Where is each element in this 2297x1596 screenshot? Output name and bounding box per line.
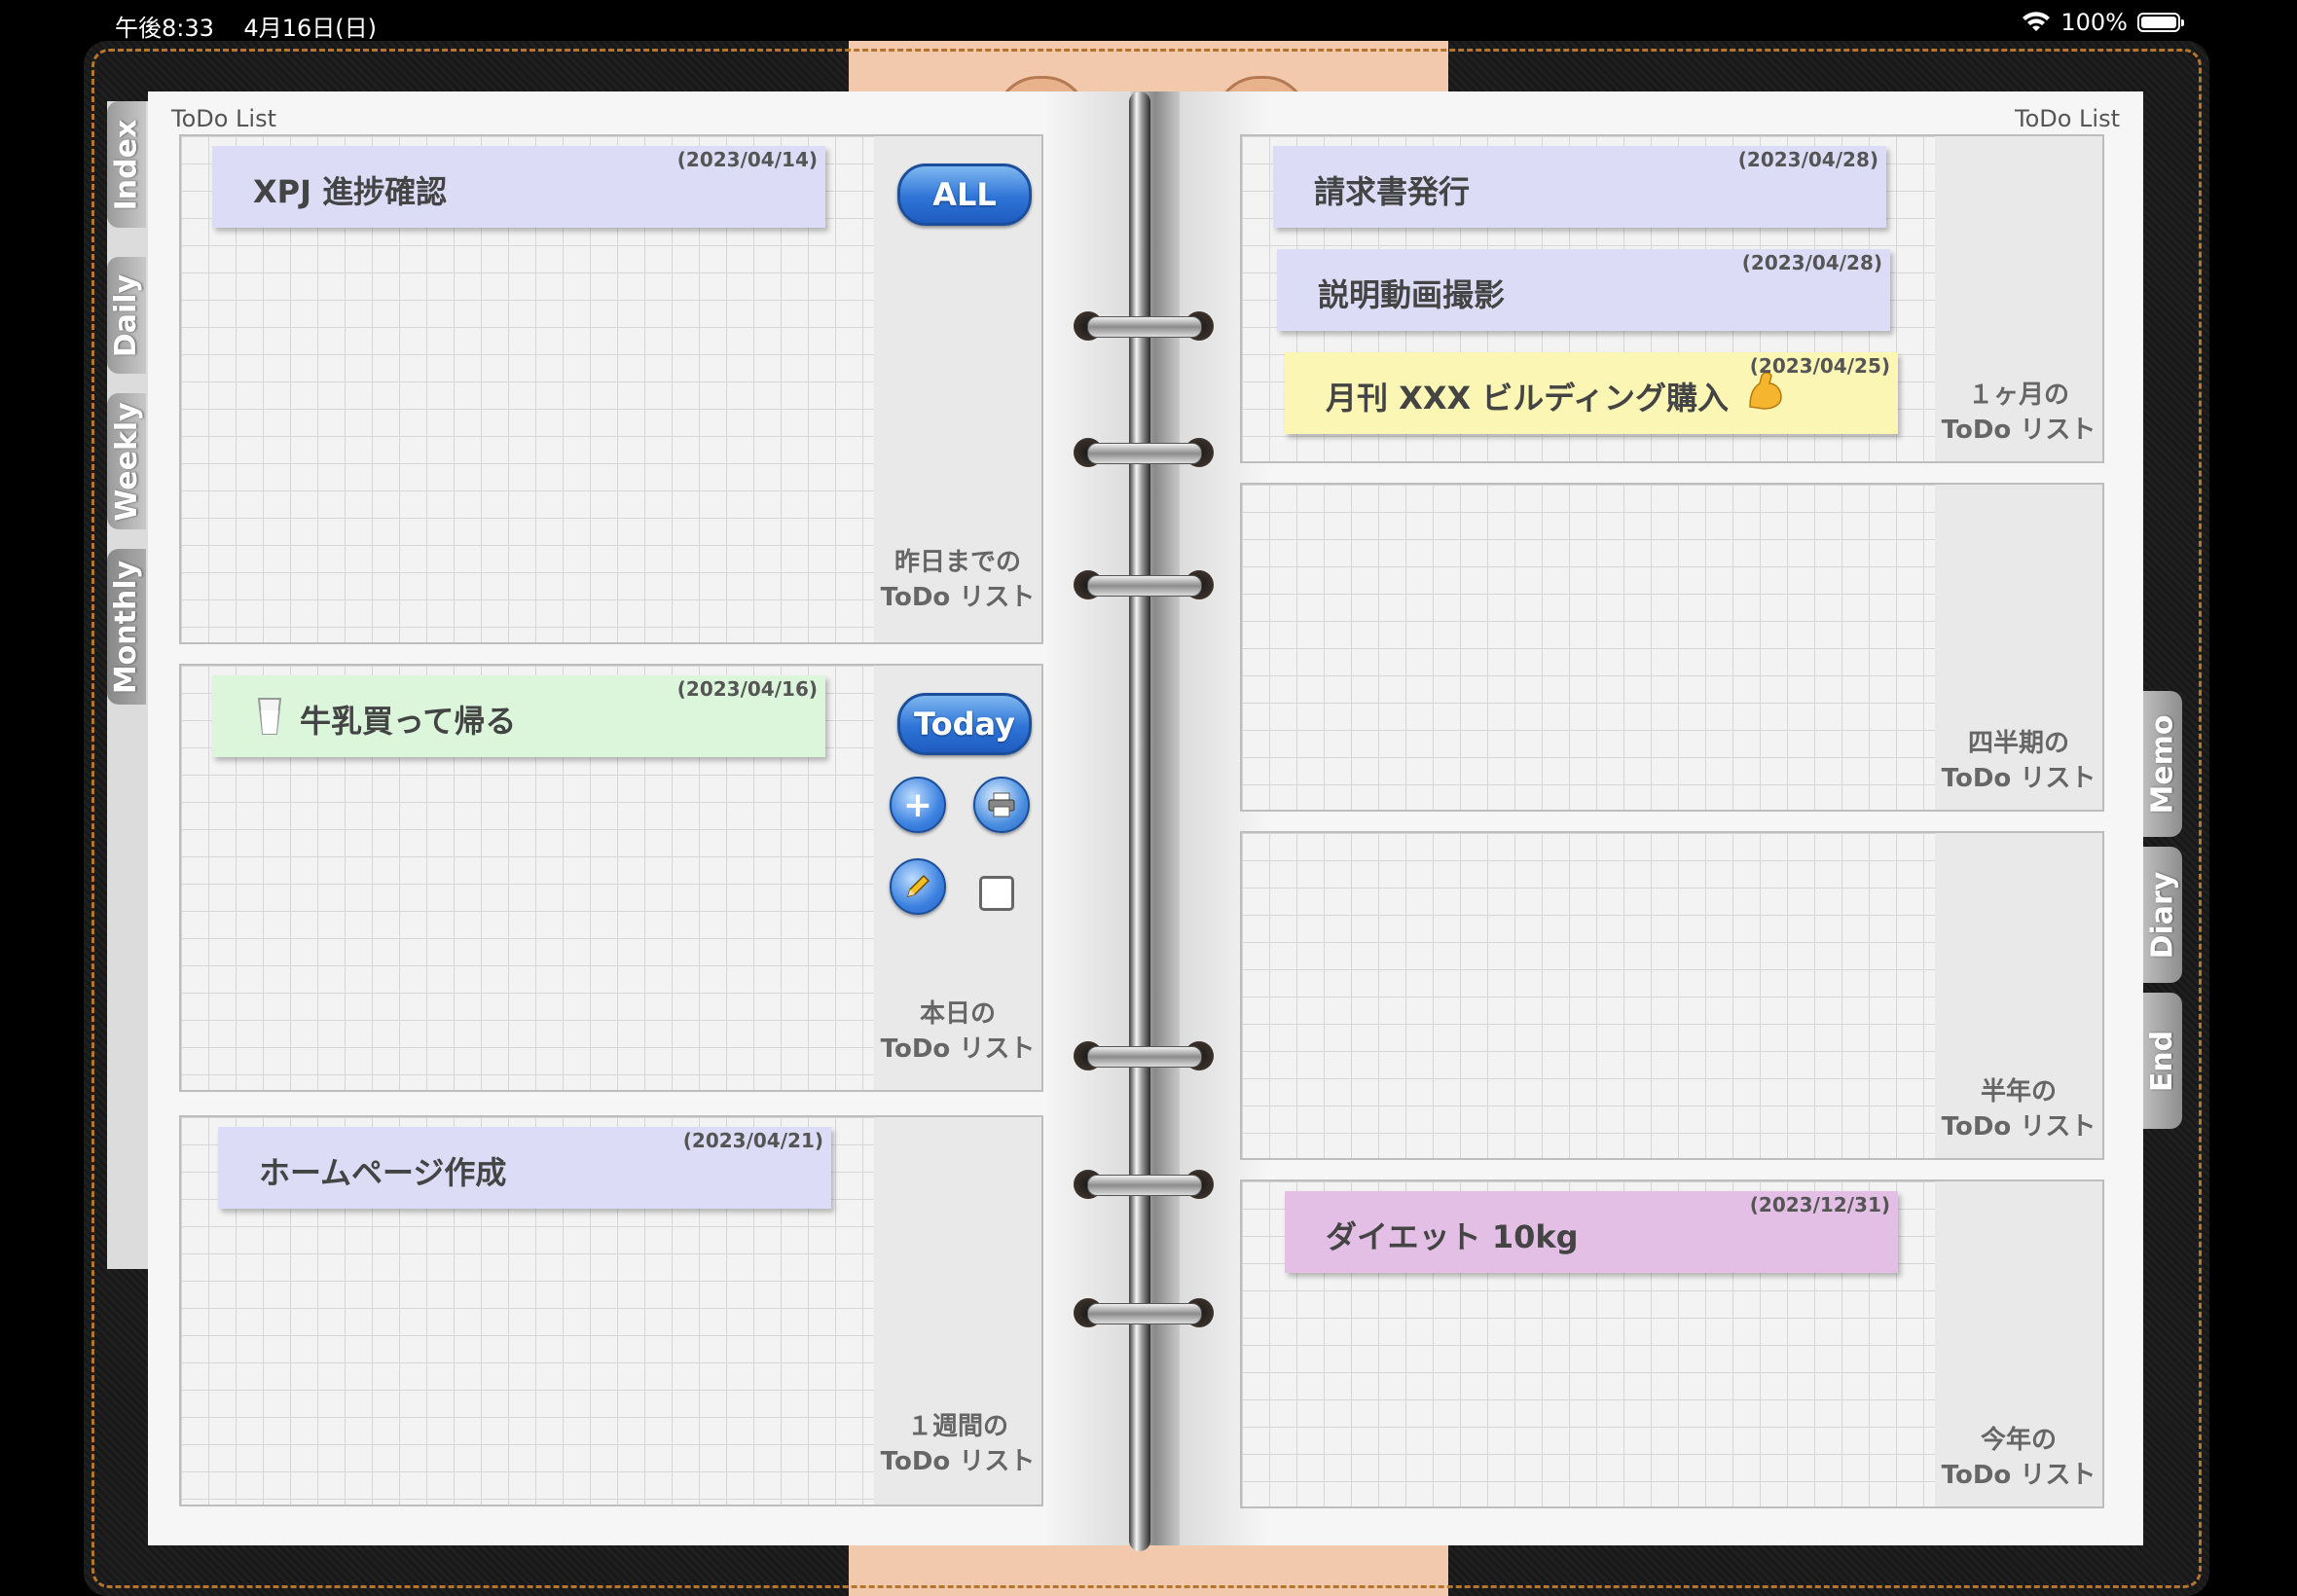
section-label: 四半期の ToDo リスト — [1941, 729, 2096, 793]
todo-card[interactable]: ダイエット 10kg (2023/12/31) — [1285, 1191, 1898, 1273]
section-label: １ヶ月の ToDo リスト — [1941, 381, 2096, 445]
battery-icon — [2137, 13, 2184, 32]
section-quarter: 四半期の ToDo リスト — [1240, 483, 2104, 812]
todo-title: ダイエット 10kg — [1326, 1218, 1579, 1255]
status-date: 4月16日(日) — [243, 15, 377, 42]
todo-card[interactable]: 牛乳買って帰る (2023/04/16) — [212, 675, 825, 757]
todo-title: 月刊 XXX ビルディング購入 — [1326, 380, 1730, 417]
milk-glass-icon — [257, 698, 282, 735]
left-tab-strip: Index Daily Weekly Monthly — [107, 101, 148, 1269]
section-week: ホームページ作成 (2023/04/21) １週間の ToDo リスト — [179, 1115, 1043, 1506]
todo-title: 牛乳買って帰る — [300, 703, 517, 740]
todo-card[interactable]: 説明動画撮影 (2023/04/28) — [1277, 249, 1890, 331]
section-label: 今年の ToDo リスト — [1941, 1426, 2096, 1490]
tab-monthly[interactable]: Monthly — [107, 549, 146, 705]
pencil-icon[interactable] — [890, 858, 946, 915]
todo-date: (2023/04/28) — [1737, 148, 1878, 171]
section-label: 昨日までの ToDo リスト — [880, 548, 1036, 612]
page-title: ToDo List — [2014, 105, 2120, 132]
wifi-icon — [2023, 12, 2051, 31]
battery-percent: 100% — [2060, 9, 2128, 36]
section-half-year: 半年の ToDo リスト — [1240, 831, 2104, 1160]
section-label: 本日の ToDo リスト — [880, 999, 1036, 1064]
tab-index[interactable]: Index — [107, 101, 146, 228]
section-month: 請求書発行 (2023/04/28) 説明動画撮影 (2023/04/28) 月… — [1240, 134, 2104, 463]
todo-date: (2023/04/14) — [676, 148, 818, 171]
right-page: ToDo List 請求書発行 (2023/04/28) 説明動画撮影 (202… — [1180, 91, 2143, 1545]
select-checkbox[interactable] — [979, 876, 1014, 911]
printer-icon[interactable] — [973, 777, 1030, 833]
tab-daily[interactable]: Daily — [107, 257, 146, 374]
todo-card[interactable]: 請求書発行 (2023/04/28) — [1273, 146, 1886, 228]
status-bar: 午後8:33 4月16日(日) 100% — [0, 0, 2297, 45]
todo-date: (2023/04/25) — [1749, 354, 1890, 378]
binder-ring — [1074, 1294, 1214, 1331]
section-today: 牛乳買って帰る (2023/04/16) Today + 本日の ToDo リス… — [179, 664, 1043, 1092]
todo-date: (2023/12/31) — [1749, 1193, 1890, 1216]
tab-diary[interactable]: Diary — [2143, 847, 2182, 983]
todo-date: (2023/04/21) — [682, 1129, 823, 1152]
binder-ring — [1074, 566, 1214, 603]
plus-icon[interactable]: + — [890, 777, 946, 833]
section-label: 半年の ToDo リスト — [1941, 1077, 2096, 1142]
todo-title: XPJ 進捗確認 — [253, 173, 448, 210]
tab-weekly[interactable]: Weekly — [107, 393, 146, 529]
all-button[interactable]: ALL — [897, 163, 1032, 226]
tab-end[interactable]: End — [2143, 993, 2182, 1129]
section-overdue: XPJ 進捗確認 (2023/04/14) ALL 昨日までの ToDo リスト — [179, 134, 1043, 644]
todo-title: 説明動画撮影 — [1318, 276, 1506, 313]
todo-title: 請求書発行 — [1314, 173, 1471, 210]
todo-card[interactable]: ホームページ作成 (2023/04/21) — [218, 1127, 831, 1209]
todo-date: (2023/04/28) — [1741, 251, 1882, 274]
tab-memo[interactable]: Memo — [2143, 691, 2182, 837]
todo-title: ホームページ作成 — [259, 1154, 507, 1191]
todo-card[interactable]: XPJ 進捗確認 (2023/04/14) — [212, 146, 825, 228]
today-button[interactable]: Today — [897, 693, 1032, 755]
status-time: 午後8:33 — [115, 15, 214, 42]
binder-ring — [1074, 434, 1214, 471]
binder-ring — [1074, 308, 1214, 345]
left-page: ToDo List XPJ 進捗確認 (2023/04/14) ALL 昨日まで… — [148, 91, 1131, 1545]
todo-card[interactable]: 月刊 XXX ビルディング購入 (2023/04/25) — [1285, 352, 1898, 434]
page-title: ToDo List — [171, 105, 277, 132]
section-year: ダイエット 10kg (2023/12/31) 今年の ToDo リスト — [1240, 1179, 2104, 1508]
section-label: １週間の ToDo リスト — [880, 1412, 1036, 1476]
todo-date: (2023/04/16) — [676, 677, 818, 701]
binder-ring — [1074, 1166, 1214, 1203]
binder-ring — [1074, 1037, 1214, 1074]
